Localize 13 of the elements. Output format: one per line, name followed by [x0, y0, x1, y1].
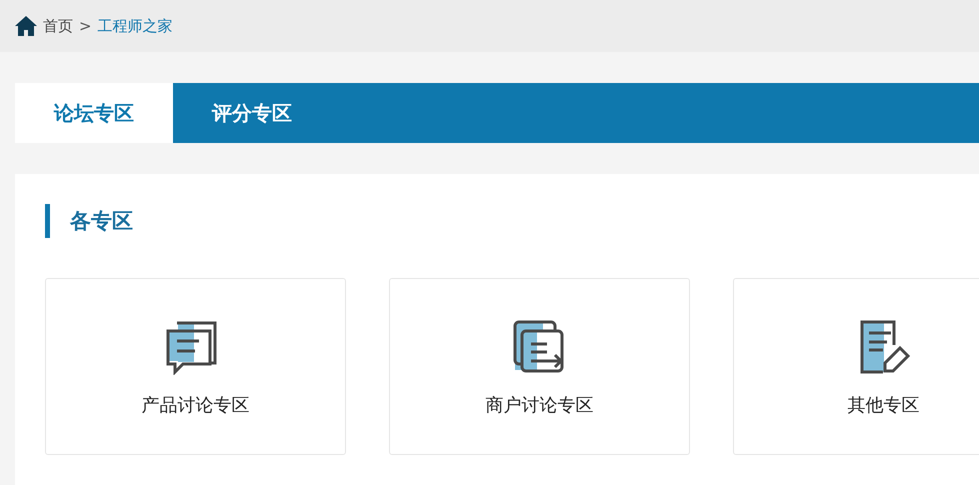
home-link[interactable]: 首页 — [43, 16, 73, 36]
tab[interactable]: 评分专区 — [173, 83, 331, 143]
current-page-link[interactable]: 工程师之家 — [98, 16, 173, 36]
home-icon[interactable] — [15, 16, 37, 36]
breadcrumb-separator: > — [79, 17, 92, 35]
zone-label: 商户讨论专区 — [486, 394, 594, 417]
zone-label: 产品讨论专区 — [142, 394, 250, 417]
zone-card[interactable]: 产品讨论专区 — [45, 278, 346, 455]
zone-card[interactable]: 商户讨论专区 — [389, 278, 690, 455]
section-title: 各专区 — [45, 204, 979, 238]
tab[interactable]: 论坛专区 — [15, 83, 173, 143]
zone-label: 其他专区 — [848, 394, 920, 417]
zone-card[interactable]: 其他专区 — [733, 278, 979, 455]
